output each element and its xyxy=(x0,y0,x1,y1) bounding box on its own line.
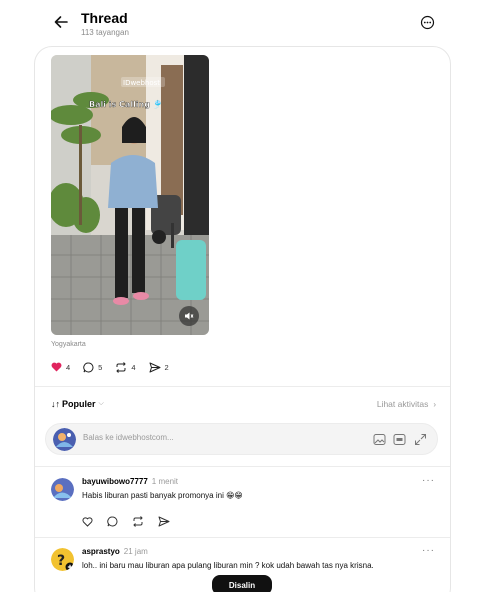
comment-more-icon[interactable]: ··· xyxy=(422,475,435,486)
heart-icon[interactable] xyxy=(82,514,93,532)
post-actions: 4 5 4 2 xyxy=(51,359,182,375)
chevron-down-icon: ⌵ xyxy=(98,400,104,407)
comment-item: bayuwibowo7777 1 menit Habis liburan past… xyxy=(35,467,450,537)
comment-more-icon[interactable]: ··· xyxy=(422,545,435,556)
heart-filled-icon xyxy=(51,362,62,372)
like-button[interactable]: 4 xyxy=(51,362,70,372)
comment-actions xyxy=(82,514,184,532)
like-count: 4 xyxy=(66,362,71,372)
svg-text:?: ? xyxy=(57,553,65,569)
comment-username[interactable]: asprastyo 21 jam xyxy=(82,547,148,556)
reply-input[interactable]: Balas ke idwebhostcom... xyxy=(83,433,174,442)
comment-username[interactable]: bayuwibowo7777 1 menit xyxy=(82,477,178,486)
chevron-right-icon: › xyxy=(433,399,436,409)
gif-icon[interactable] xyxy=(393,433,406,446)
view-activity-link[interactable]: Lihat aktivitas › xyxy=(377,399,436,409)
top-bar: Thread 113 tayangan xyxy=(0,0,500,44)
post-location[interactable]: Yogyakarta xyxy=(51,341,86,348)
back-arrow-icon[interactable] xyxy=(52,13,70,31)
avatar[interactable] xyxy=(51,478,74,501)
mute-icon[interactable] xyxy=(179,306,199,326)
comment-bubble-icon[interactable] xyxy=(107,514,118,532)
avatar xyxy=(53,428,76,451)
repost-count: 4 xyxy=(131,362,136,372)
comment-bubble-icon xyxy=(83,362,94,372)
thread-card: IDwebhost Bali is Calling 🎐 Yogyakarta 4… xyxy=(34,46,451,592)
copied-toast[interactable]: Disalin xyxy=(212,575,272,592)
repost-button[interactable]: 4 xyxy=(115,361,136,373)
view-activity-label: Lihat aktivitas xyxy=(376,399,429,409)
sort-label: Populer xyxy=(62,399,96,409)
username: bayuwibowo7777 xyxy=(82,477,148,486)
repost-icon[interactable] xyxy=(132,514,144,532)
comment-button[interactable]: 5 xyxy=(83,362,102,373)
expand-icon[interactable] xyxy=(414,433,427,446)
avatar[interactable]: ? xyxy=(51,548,74,571)
post-video[interactable]: IDwebhost Bali is Calling 🎐 xyxy=(51,55,209,335)
repost-icon xyxy=(116,361,127,373)
comment-text: loh.. ini baru mau liburan apa pulang li… xyxy=(82,561,374,570)
send-icon xyxy=(149,362,161,372)
image-icon[interactable] xyxy=(373,433,386,446)
comment-text: Habis liburan pasti banyak promonya ini … xyxy=(82,491,243,500)
sort-row: ↓↑ Populer ⌵ Lihat aktivitas › xyxy=(51,399,436,413)
reply-box[interactable]: Balas ke idwebhostcom... xyxy=(45,423,438,455)
send-icon[interactable] xyxy=(158,514,170,532)
comment-time: 1 menit xyxy=(151,477,179,486)
share-button[interactable]: 2 xyxy=(149,362,169,373)
page-title: Thread xyxy=(81,10,128,26)
sort-dropdown[interactable]: ↓↑ Populer ⌵ xyxy=(51,399,104,409)
share-count: 2 xyxy=(164,362,169,372)
sort-arrows-icon: ↓↑ xyxy=(51,399,60,409)
video-caption: Bali is Calling 🎐 xyxy=(89,99,163,109)
comment-time: 21 jam xyxy=(123,547,148,556)
video-watermark: IDwebhost xyxy=(123,79,160,87)
divider xyxy=(35,386,450,387)
comment-count: 5 xyxy=(98,362,103,372)
username: asprastyo xyxy=(82,547,120,556)
more-options-icon[interactable] xyxy=(420,15,435,30)
view-count: 113 tayangan xyxy=(81,28,129,37)
